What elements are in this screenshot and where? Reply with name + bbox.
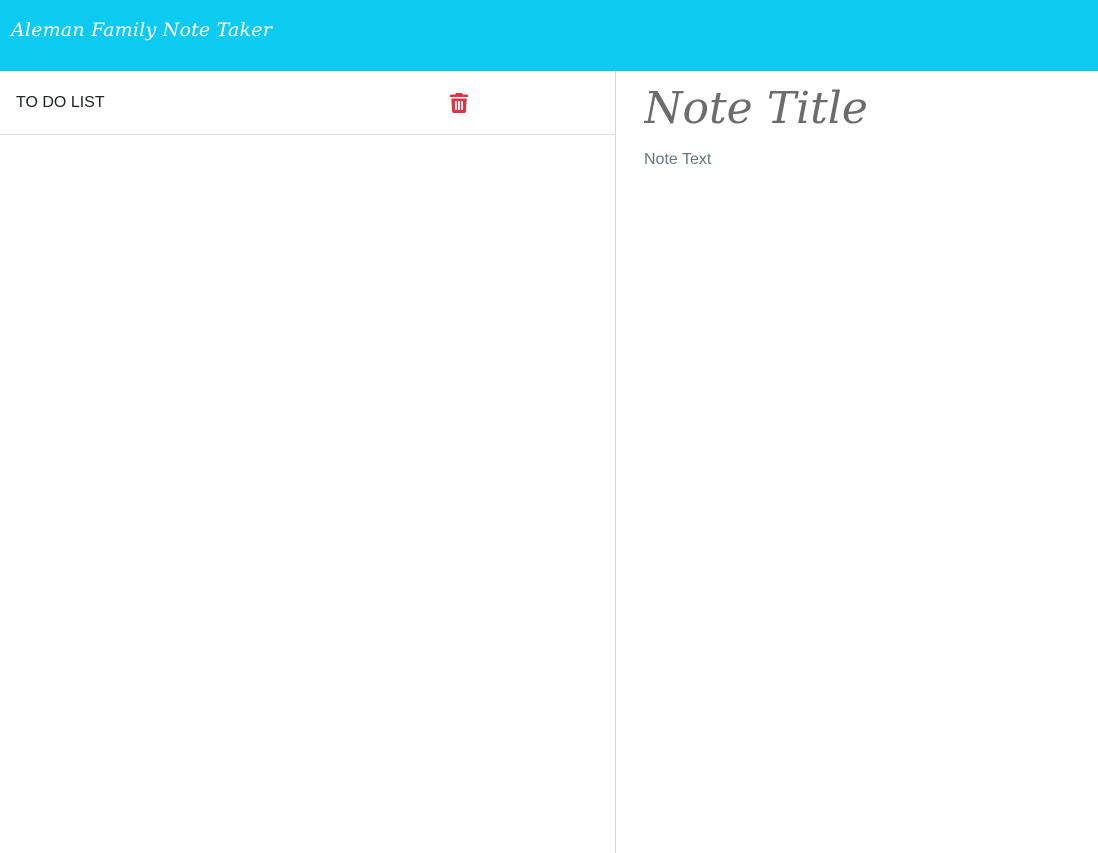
note-editor — [617, 71, 1098, 853]
navbar: Aleman Family Note Taker — [0, 0, 1098, 71]
list-item[interactable]: TO DO LIST — [0, 71, 615, 135]
trash-icon[interactable] — [450, 93, 468, 113]
navbar-brand[interactable]: Aleman Family Note Taker — [11, 19, 272, 41]
list-item-title[interactable]: TO DO LIST — [16, 94, 105, 112]
note-text-area[interactable] — [644, 151, 1084, 831]
note-title-input[interactable] — [644, 83, 1084, 134]
notes-list-column: TO DO LIST — [0, 71, 616, 853]
notes-list: TO DO LIST — [0, 71, 615, 135]
